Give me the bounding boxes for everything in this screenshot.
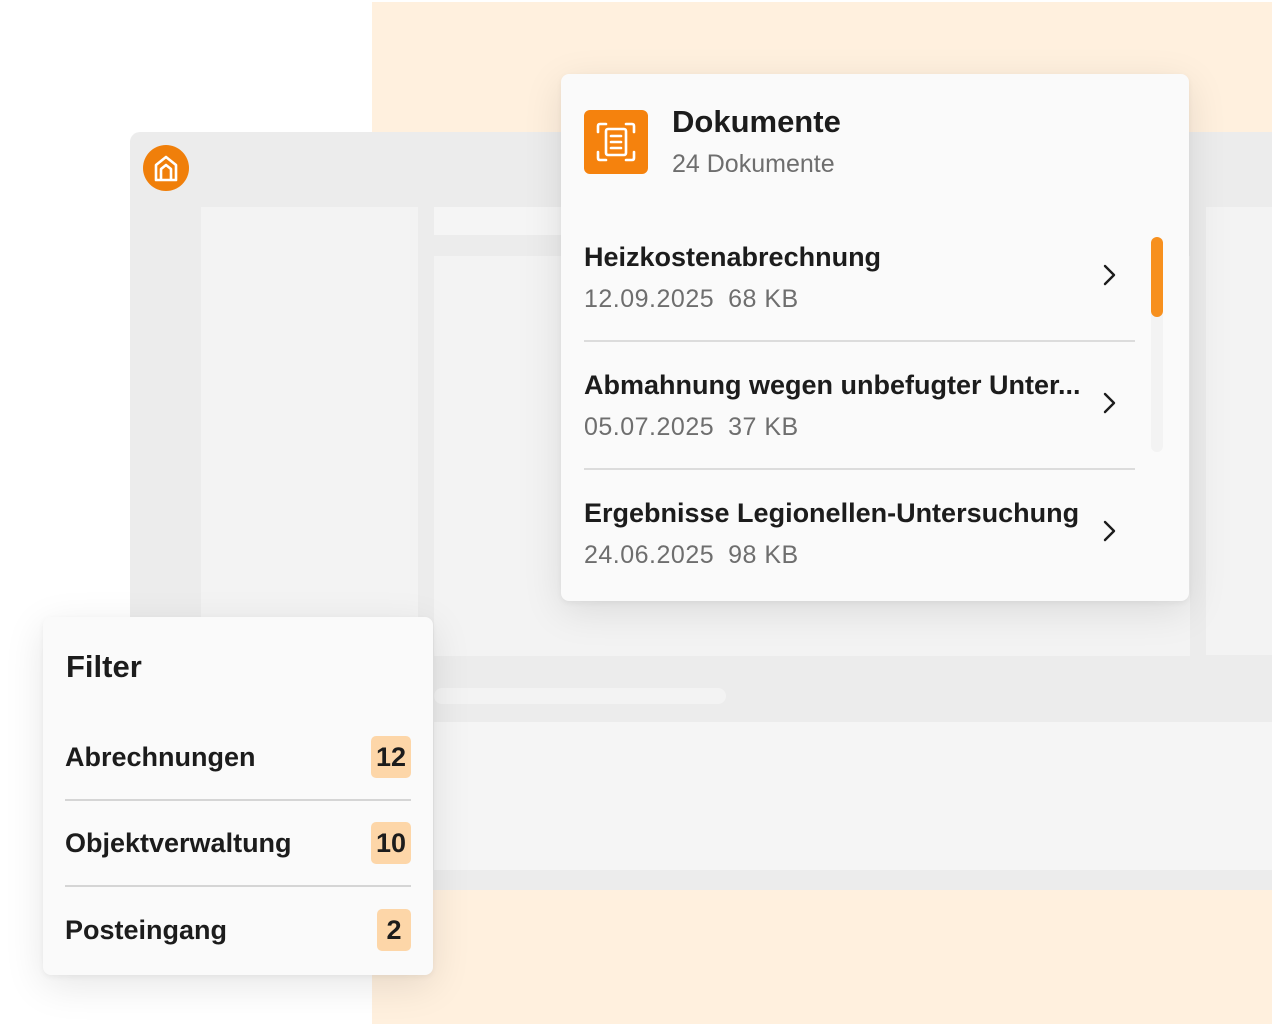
chevron-right-icon[interactable] xyxy=(1098,392,1120,414)
document-name: Heizkostenabrechnung xyxy=(584,242,882,272)
filter-list: Abrechnungen 12 Objektverwaltung 10 Post… xyxy=(65,715,411,973)
filter-label: Posteingang xyxy=(65,914,228,945)
chevron-right-icon[interactable] xyxy=(1098,520,1120,542)
document-meta: 12.09.2025 68 KB xyxy=(584,285,1135,314)
filter-card: Filter Abrechnungen 12 Objektverwaltung … xyxy=(43,617,433,975)
document-size: 37 KB xyxy=(728,413,799,441)
house-icon[interactable] xyxy=(143,145,189,191)
document-scan-icon xyxy=(584,110,648,174)
documents-title: Dokumente xyxy=(672,104,841,139)
toolbar-placeholder xyxy=(434,207,564,235)
filter-item-posteingang[interactable]: Posteingang 2 xyxy=(65,887,411,973)
document-item[interactable]: Abmahnung wegen unbefugter Unter... 05.0… xyxy=(584,342,1135,470)
filter-item-objektverwaltung[interactable]: Objektverwaltung 10 xyxy=(65,801,411,887)
document-meta: 05.07.2025 37 KB xyxy=(584,413,1135,442)
text-line-placeholder xyxy=(434,688,726,704)
count-badge: 10 xyxy=(370,822,411,864)
document-meta: 24.06.2025 98 KB xyxy=(584,541,1135,570)
chevron-right-icon[interactable] xyxy=(1098,264,1120,286)
document-date: 12.09.2025 xyxy=(584,285,715,313)
document-item[interactable]: Ergebnisse Legionellen-Untersuchung 24.0… xyxy=(584,470,1135,598)
filter-label: Objektverwaltung xyxy=(65,827,292,858)
document-name: Abmahnung wegen unbefugter Unter... xyxy=(584,370,1081,400)
documents-count: 24 Dokumente xyxy=(672,150,835,178)
footer-placeholder xyxy=(434,722,1272,870)
count-badge: 12 xyxy=(370,736,411,778)
filter-item-abrechnungen[interactable]: Abrechnungen 12 xyxy=(65,715,411,801)
scrollbar-thumb[interactable] xyxy=(1151,237,1163,317)
count-badge: 2 xyxy=(377,909,411,951)
side-panel-placeholder xyxy=(1206,207,1272,655)
document-list: Heizkostenabrechnung 12.09.2025 68 KB Abm… xyxy=(584,214,1135,598)
document-date: 24.06.2025 xyxy=(584,541,715,569)
document-date: 05.07.2025 xyxy=(584,413,715,441)
document-name: Ergebnisse Legionellen-Untersuchung xyxy=(584,498,1080,528)
scrollbar-track[interactable] xyxy=(1151,237,1163,452)
filter-label: Abrechnungen xyxy=(65,741,256,772)
document-size: 68 KB xyxy=(728,285,799,313)
document-size: 98 KB xyxy=(728,541,799,569)
filter-title: Filter xyxy=(66,649,142,684)
documents-card: Dokumente 24 Dokumente Heizkostenabrechn… xyxy=(561,74,1189,601)
document-item[interactable]: Heizkostenabrechnung 12.09.2025 68 KB xyxy=(584,214,1135,342)
